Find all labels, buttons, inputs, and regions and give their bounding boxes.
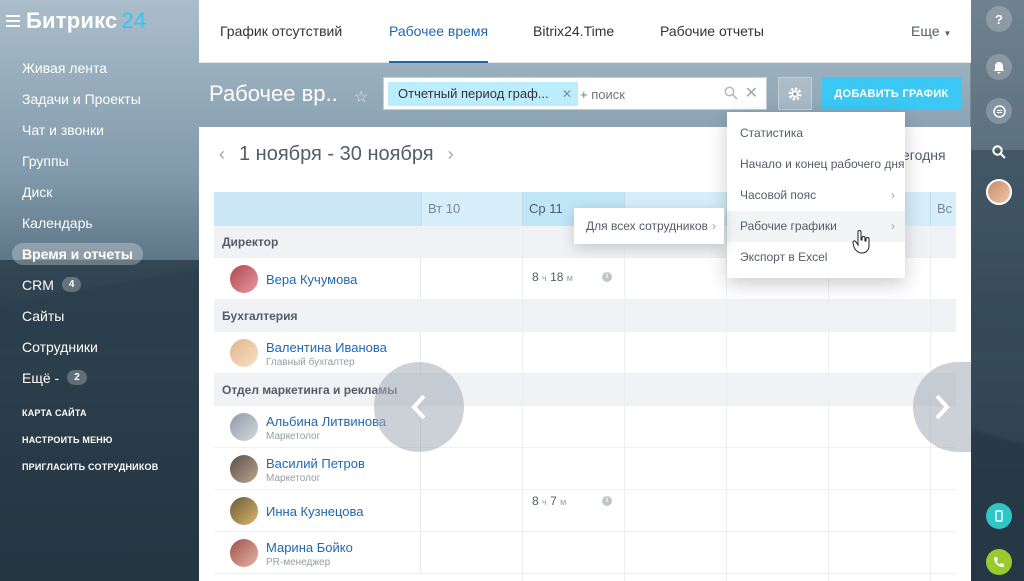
table-row: Инна Кузнецова 8 ч 7 м i bbox=[214, 490, 956, 532]
avatar bbox=[230, 413, 258, 441]
sidebar-item-time-reports[interactable]: Время и отчеты bbox=[12, 238, 192, 269]
employee-name-link[interactable]: Марина Бойко bbox=[266, 540, 353, 555]
help-icon[interactable]: ? bbox=[986, 6, 1012, 32]
avatar bbox=[230, 539, 258, 567]
menu-item-statistics[interactable]: Статистика bbox=[727, 118, 905, 149]
notifications-icon[interactable] bbox=[986, 54, 1012, 80]
prev-period-icon[interactable]: ‹ bbox=[219, 144, 225, 165]
filter-search-box[interactable]: Отчетный период граф... ✕ ✕ bbox=[383, 77, 767, 110]
tab-work-reports[interactable]: Рабочие отчеты bbox=[660, 0, 764, 63]
menu-item-timezone[interactable]: Часовой пояс › bbox=[727, 180, 905, 211]
table-row: Марина Бойко PR-менеджер bbox=[214, 532, 956, 574]
avatar bbox=[230, 455, 258, 483]
tabs-bar: График отсутствий Рабочее время Bitrix24… bbox=[199, 0, 971, 63]
logo[interactable]: Битрикс 24 bbox=[6, 6, 146, 36]
chevron-right-icon bbox=[935, 394, 950, 420]
search-input[interactable] bbox=[580, 84, 710, 104]
chevron-down-icon: ▼ bbox=[943, 29, 952, 38]
dept-row: Бухгалтерия bbox=[214, 300, 956, 332]
settings-dropdown: Статистика Начало и конец рабочего дня Ч… bbox=[727, 112, 905, 278]
chevron-left-icon bbox=[411, 394, 426, 420]
day-header: Вт 10 bbox=[421, 192, 522, 226]
scroll-left-button[interactable] bbox=[374, 362, 464, 452]
table-row: Альбина Литвинова Маркетолог bbox=[214, 406, 956, 448]
table-row: Валентина Иванова Главный бухгалтер bbox=[214, 332, 956, 374]
employee-position: Маркетолог bbox=[266, 431, 321, 442]
sidebar-item-chat[interactable]: Чат и звонки bbox=[12, 114, 192, 145]
menu-item-workday[interactable]: Начало и конец рабочего дня bbox=[727, 149, 905, 180]
add-schedule-button[interactable]: ДОБАВИТЬ ГРАФИК bbox=[822, 77, 961, 110]
tab-worktime[interactable]: Рабочее время bbox=[389, 0, 489, 63]
sitemap-link[interactable]: КАРТА САЙТА bbox=[22, 404, 158, 431]
sidebar-item-tasks[interactable]: Задачи и Проекты bbox=[12, 83, 192, 114]
tab-bitrix-time[interactable]: Bitrix24.Time bbox=[533, 0, 614, 63]
tab-absence[interactable]: График отсутствий bbox=[220, 0, 342, 63]
info-icon[interactable]: i bbox=[602, 496, 612, 506]
main-menu: Живая лента Задачи и Проекты Чат и звонк… bbox=[12, 52, 192, 393]
employee-position: Главный бухгалтер bbox=[266, 357, 355, 368]
left-sidebar: Битрикс 24 Живая лента Задачи и Проекты Ч… bbox=[0, 0, 199, 581]
dept-row: Отдел маркетинга и рекламы bbox=[214, 374, 956, 406]
submenu-all-employees[interactable]: Для всех сотрудников › bbox=[574, 208, 724, 244]
chevron-right-icon: › bbox=[891, 219, 895, 233]
menu-burger-icon[interactable] bbox=[6, 15, 20, 27]
today-button[interactable]: егодня bbox=[902, 147, 946, 163]
employee-position: PR-менеджер bbox=[266, 557, 331, 568]
search-icon[interactable] bbox=[986, 139, 1012, 165]
avatar bbox=[230, 497, 258, 525]
messenger-icon[interactable] bbox=[986, 98, 1012, 124]
worked-time: 8 ч 7 м bbox=[532, 494, 567, 508]
cloud-phone-icon[interactable] bbox=[986, 503, 1012, 529]
right-toolbar: ? bbox=[970, 0, 1024, 581]
sidebar-item-sites[interactable]: Сайты bbox=[12, 300, 192, 331]
sidebar-item-disk[interactable]: Диск bbox=[12, 176, 192, 207]
page-title: Рабочее вр... bbox=[209, 81, 339, 106]
settings-button[interactable] bbox=[778, 77, 812, 110]
sidebar-item-employees[interactable]: Сотрудники bbox=[12, 331, 192, 362]
chip-close-icon[interactable]: ✕ bbox=[562, 82, 572, 106]
avatar bbox=[230, 339, 258, 367]
period-label: 1 ноября - 30 ноября bbox=[239, 143, 434, 165]
avatar bbox=[230, 265, 258, 293]
table-row: Василий Петров Маркетолог bbox=[214, 448, 956, 490]
more-counter-badge: 2 bbox=[67, 370, 87, 385]
employee-name-link[interactable]: Валентина Иванова bbox=[266, 340, 387, 355]
employee-name-link[interactable]: Вера Кучумова bbox=[266, 272, 357, 287]
crm-counter-badge: 4 bbox=[61, 277, 82, 292]
employee-name-link[interactable]: Василий Петров bbox=[266, 456, 365, 471]
call-icon[interactable] bbox=[986, 549, 1012, 575]
menu-item-export-excel[interactable]: Экспорт в Excel bbox=[727, 242, 905, 273]
user-avatar[interactable] bbox=[986, 179, 1012, 205]
gear-icon bbox=[788, 87, 802, 100]
worked-time: 8 ч 18 м bbox=[532, 270, 573, 284]
info-icon[interactable]: i bbox=[602, 272, 612, 282]
hand-cursor-icon bbox=[852, 230, 870, 254]
employee-name-link[interactable]: Инна Кузнецова bbox=[266, 504, 364, 519]
clear-search-icon[interactable]: ✕ bbox=[745, 83, 758, 103]
sidebar-item-crm[interactable]: CRM 4 bbox=[12, 269, 192, 300]
tab-more[interactable]: Еще ▼ bbox=[911, 0, 951, 63]
sidebar-item-feed[interactable]: Живая лента bbox=[12, 52, 192, 83]
chevron-right-icon: › bbox=[712, 219, 716, 233]
sidebar-item-groups[interactable]: Группы bbox=[12, 145, 192, 176]
star-icon[interactable]: ☆ bbox=[354, 87, 368, 107]
magnifier-icon[interactable] bbox=[724, 86, 738, 100]
filter-chip[interactable]: Отчетный период граф... ✕ bbox=[388, 82, 578, 106]
sidebar-item-calendar[interactable]: Календарь bbox=[12, 207, 192, 238]
next-period-icon[interactable]: › bbox=[448, 144, 454, 165]
configure-menu-link[interactable]: НАСТРОИТЬ МЕНЮ bbox=[22, 431, 158, 458]
invite-users-link[interactable]: ПРИГЛАСИТЬ СОТРУДНИКОВ bbox=[22, 458, 158, 485]
sidebar-item-more[interactable]: Ещё -2 bbox=[12, 362, 192, 393]
period-navigator: ‹ 1 ноября - 30 ноября › bbox=[219, 143, 454, 166]
day-header: Вс bbox=[930, 192, 956, 226]
employee-name-link[interactable]: Альбина Литвинова bbox=[266, 414, 386, 429]
chevron-right-icon: › bbox=[891, 188, 895, 202]
employee-position: Маркетолог bbox=[266, 473, 321, 484]
sidebar-links: КАРТА САЙТА НАСТРОИТЬ МЕНЮ ПРИГЛАСИТЬ СО… bbox=[22, 404, 158, 485]
menu-item-schedules[interactable]: Рабочие графики › bbox=[727, 211, 905, 242]
